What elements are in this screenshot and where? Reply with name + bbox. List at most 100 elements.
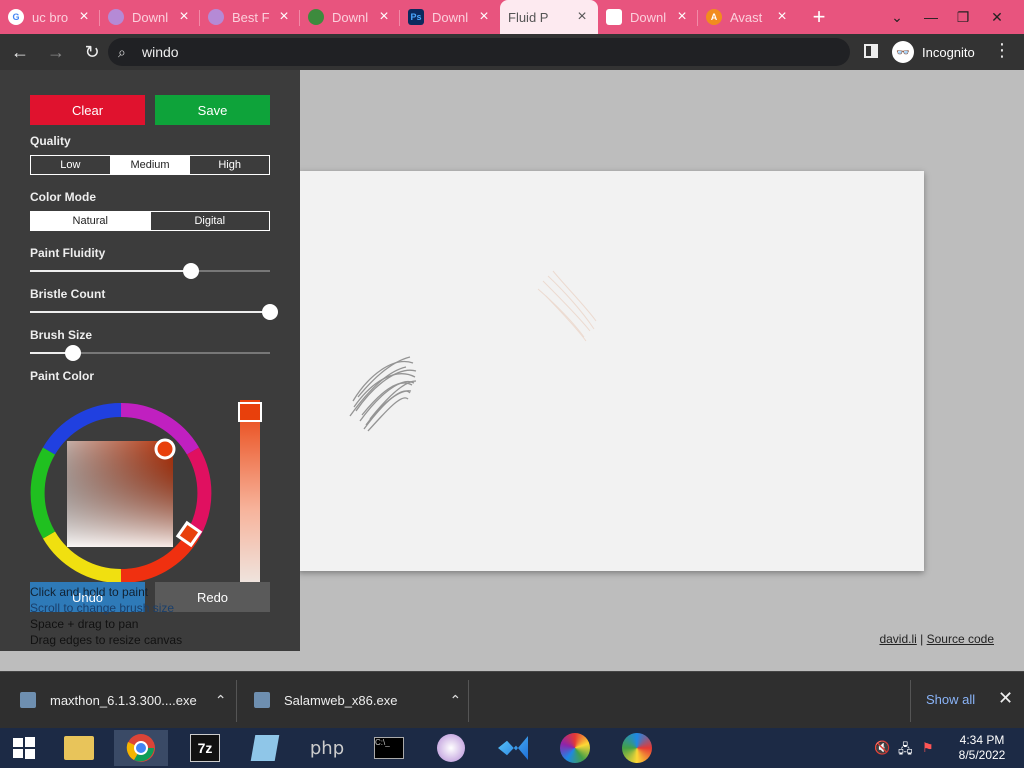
notepad-icon[interactable]	[238, 730, 292, 766]
source-code-link[interactable]: Source code	[927, 632, 994, 646]
site-icon	[208, 9, 224, 25]
network-icon[interactable]: 🖧	[898, 740, 913, 762]
opacity-slider[interactable]	[240, 400, 260, 582]
color-wheel[interactable]	[28, 400, 214, 586]
back-icon[interactable]: ←	[4, 36, 36, 68]
tab-title: Avast	[730, 9, 763, 25]
quality-option-medium[interactable]: Medium	[110, 156, 191, 174]
page-content: david.li | Source code Clear Save Qualit…	[0, 70, 1024, 671]
close-window-icon[interactable]: ✕	[980, 0, 1014, 34]
more-menu-icon[interactable]: ⋮	[992, 40, 1012, 61]
tab-6[interactable]: Downl ×	[598, 0, 698, 34]
credits: david.li | Source code	[879, 632, 994, 646]
tab-1[interactable]: Downl ×	[100, 0, 200, 34]
pinwheel-app-icon-2[interactable]	[610, 730, 664, 766]
tab-title: Best F	[232, 9, 270, 25]
system-clock[interactable]: 4:34 PM 8/5/2022	[952, 733, 1012, 763]
slider-thumb[interactable]	[182, 263, 199, 279]
chevron-up-icon[interactable]: ⌃	[215, 692, 227, 709]
close-tab-icon[interactable]: ×	[774, 8, 790, 26]
browser-toolbar: ← → ↻ ⌕ windo 👓 Incognito ⋮	[0, 34, 1024, 70]
author-link[interactable]: david.li	[879, 632, 916, 646]
download-item[interactable]: Salamweb_x86.exe ⌃	[254, 684, 461, 716]
clear-button[interactable]: Clear	[30, 95, 145, 125]
quality-selector: Low Medium High	[30, 155, 270, 175]
color-mode-option-natural[interactable]: Natural	[31, 212, 151, 230]
quality-option-low[interactable]: Low	[31, 156, 111, 174]
restore-icon[interactable]: ❐	[946, 0, 980, 34]
pinwheel-app-icon[interactable]	[548, 730, 602, 766]
close-tab-icon[interactable]: ×	[176, 8, 192, 26]
forward-icon[interactable]: →	[40, 36, 72, 68]
reload-icon[interactable]: ↻	[76, 36, 108, 68]
tab-0[interactable]: G uc bro ×	[0, 0, 100, 34]
tab-title: Downl	[630, 9, 667, 25]
security-alert-icon[interactable]: ⚑	[922, 740, 934, 756]
saturation-handle[interactable]	[154, 438, 176, 460]
incognito-label: Incognito	[922, 44, 975, 60]
tab-7[interactable]: A Avast ×	[698, 0, 798, 34]
color-mode-selector: Natural Digital	[30, 211, 270, 231]
download-filename: Salamweb_x86.exe	[284, 692, 398, 708]
slider-thumb[interactable]	[65, 345, 82, 361]
credits-separator: |	[920, 632, 924, 646]
tab-title: Downl	[332, 9, 369, 25]
chevron-up-icon[interactable]: ⌃	[449, 692, 461, 709]
close-tab-icon[interactable]: ×	[674, 8, 690, 26]
address-bar[interactable]: ⌕ windo	[108, 38, 850, 66]
windows-start-icon[interactable]	[0, 730, 48, 766]
download-filename: maxthon_6.1.3.300....exe	[50, 692, 197, 708]
close-tab-icon[interactable]: ×	[376, 8, 392, 26]
visual-studio-icon[interactable]	[486, 730, 540, 766]
php-icon[interactable]: php	[300, 730, 354, 766]
close-tab-icon[interactable]: ×	[574, 8, 590, 26]
tab-title: uc bro	[32, 9, 69, 25]
tab-search-chevron-icon[interactable]: ⌄	[880, 0, 914, 34]
site-icon	[606, 9, 622, 25]
bristle-count-label: Bristle Count	[30, 287, 106, 301]
canvas-strokes	[349, 270, 597, 432]
bristle-count-slider[interactable]	[30, 304, 278, 320]
chrome-icon[interactable]	[114, 730, 168, 766]
help-text: Click and hold to paint Scroll to change…	[30, 584, 182, 648]
slider-fill	[30, 270, 191, 272]
7zip-icon[interactable]: 7z	[178, 730, 232, 766]
close-downloads-icon[interactable]: ✕	[998, 688, 1013, 709]
side-panel-icon[interactable]	[864, 44, 878, 58]
color-mode-label: Color Mode	[30, 190, 96, 204]
google-icon: G	[8, 9, 24, 25]
incognito-indicator[interactable]: 👓 Incognito	[892, 40, 975, 64]
photoshop-icon: Ps	[408, 9, 424, 25]
close-tab-icon[interactable]: ×	[276, 8, 292, 26]
opacity-handle[interactable]	[238, 402, 262, 422]
tab-title: Downl	[132, 9, 169, 25]
tab-4[interactable]: Ps Downl ×	[400, 0, 500, 34]
quality-option-high[interactable]: High	[190, 156, 269, 174]
media-installer-icon[interactable]	[424, 730, 478, 766]
tab-3[interactable]: Downl ×	[300, 0, 400, 34]
tab-title: Fluid P	[508, 9, 549, 25]
slider-thumb[interactable]	[262, 304, 278, 320]
address-input[interactable]: windo	[142, 44, 179, 60]
tab-2[interactable]: Best F ×	[200, 0, 300, 34]
avast-icon: A	[706, 9, 722, 25]
paint-canvas[interactable]	[298, 171, 924, 571]
help-line: Click and hold to paint	[30, 585, 149, 599]
color-mode-option-digital[interactable]: Digital	[151, 212, 270, 230]
paint-fluidity-slider[interactable]	[30, 263, 270, 279]
quality-label: Quality	[30, 134, 71, 148]
brush-size-slider[interactable]	[30, 345, 270, 361]
save-button[interactable]: Save	[155, 95, 270, 125]
clock-date: 8/5/2022	[958, 748, 1006, 762]
tab-5-active[interactable]: Fluid P ×	[500, 0, 598, 34]
file-explorer-icon[interactable]	[52, 730, 106, 766]
tab-title: Downl	[432, 9, 469, 25]
close-tab-icon[interactable]: ×	[476, 8, 492, 26]
download-item[interactable]: maxthon_6.1.3.300....exe ⌃	[20, 684, 226, 716]
minimize-icon[interactable]: —	[914, 0, 948, 34]
new-tab-icon[interactable]: +	[802, 0, 836, 34]
volume-muted-icon[interactable]: 🔇	[874, 740, 890, 756]
close-tab-icon[interactable]: ×	[76, 8, 92, 26]
show-all-link[interactable]: Show all	[926, 692, 975, 707]
command-prompt-icon[interactable]: C:\_	[362, 730, 416, 766]
